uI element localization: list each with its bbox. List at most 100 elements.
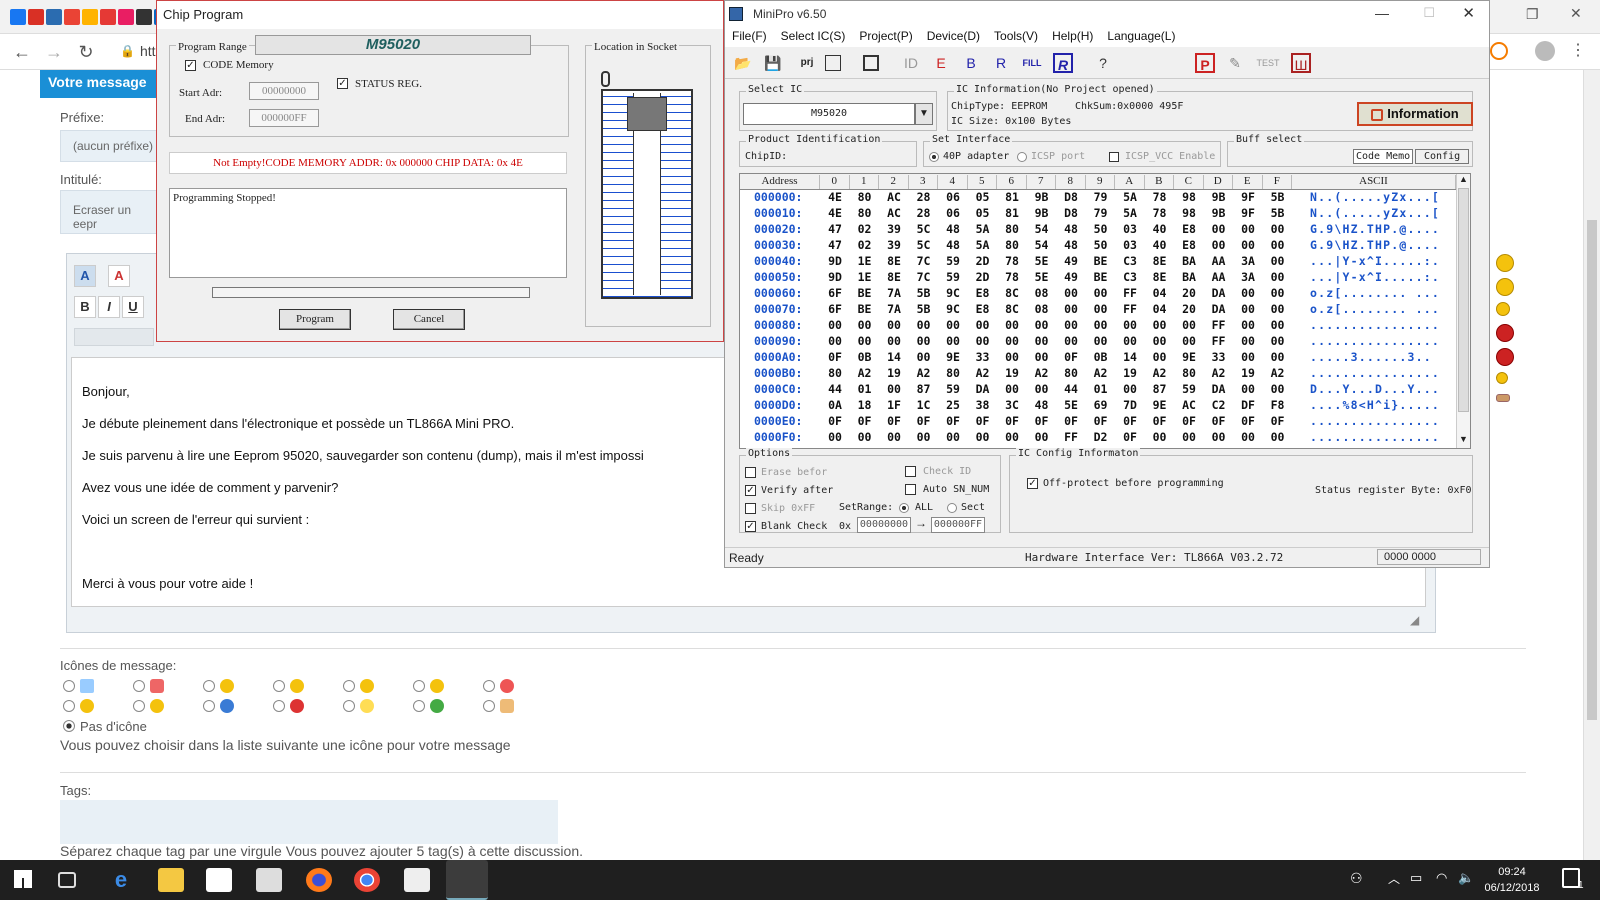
hex-byte[interactable]: 5B bbox=[911, 286, 937, 300]
hex-byte[interactable]: 69 bbox=[1088, 398, 1114, 412]
hex-byte[interactable]: 5A bbox=[1117, 190, 1143, 204]
hex-byte[interactable]: 3A bbox=[1235, 270, 1261, 284]
hex-byte[interactable]: 59 bbox=[940, 270, 966, 284]
hex-byte[interactable]: 0F bbox=[1147, 414, 1173, 428]
hex-byte[interactable]: 20 bbox=[1176, 302, 1202, 316]
grin-icon[interactable] bbox=[1496, 278, 1514, 296]
url-text[interactable]: htt bbox=[140, 43, 156, 59]
hex-byte[interactable]: 8C bbox=[999, 286, 1025, 300]
extension-icon[interactable] bbox=[1490, 42, 1508, 60]
hex-byte[interactable]: 7A bbox=[881, 286, 907, 300]
title-input[interactable]: Ecraser un eepr bbox=[60, 190, 170, 234]
range-all-radio[interactable] bbox=[899, 503, 909, 513]
bookmark-icon[interactable] bbox=[10, 9, 26, 25]
hex-byte[interactable]: 08 bbox=[1029, 302, 1055, 316]
hex-byte[interactable]: 5B bbox=[1265, 206, 1291, 220]
hex-byte[interactable]: 00 bbox=[1265, 254, 1291, 268]
hex-byte[interactable]: DA bbox=[1206, 382, 1232, 396]
hex-byte[interactable]: 19 bbox=[1117, 366, 1143, 380]
hex-byte[interactable]: 14 bbox=[881, 350, 907, 364]
code-memo-tab[interactable]: Code Memo bbox=[1353, 149, 1414, 164]
forward-icon[interactable]: → bbox=[42, 40, 66, 64]
hex-byte[interactable]: 0F bbox=[999, 414, 1025, 428]
hex-byte[interactable]: 04 bbox=[1147, 302, 1173, 316]
hex-byte[interactable]: 02 bbox=[852, 222, 878, 236]
minipro-taskbar-icon[interactable] bbox=[446, 860, 488, 900]
wink-icon[interactable] bbox=[1496, 302, 1510, 316]
hex-byte[interactable]: 0F bbox=[1029, 414, 1055, 428]
hex-byte[interactable]: BE bbox=[1088, 270, 1114, 284]
hex-byte[interactable]: 0F bbox=[1088, 414, 1114, 428]
hex-byte[interactable]: E8 bbox=[1176, 238, 1202, 252]
hex-byte[interactable]: 00 bbox=[852, 334, 878, 348]
hex-byte[interactable]: 00 bbox=[1147, 334, 1173, 348]
scroll-down-icon[interactable]: ▼ bbox=[1459, 434, 1468, 444]
erase-before-checkbox[interactable] bbox=[745, 467, 756, 478]
task-view-icon[interactable] bbox=[58, 872, 76, 888]
underline-button[interactable]: U bbox=[122, 296, 144, 318]
icon-radio[interactable] bbox=[343, 680, 355, 692]
hex-byte[interactable]: 00 bbox=[911, 318, 937, 332]
hex-byte[interactable]: 48 bbox=[940, 238, 966, 252]
hex-byte[interactable]: 9B bbox=[1206, 190, 1232, 204]
hex-byte[interactable]: 50 bbox=[1088, 222, 1114, 236]
hex-byte[interactable]: 20 bbox=[1176, 286, 1202, 300]
hex-byte[interactable]: A2 bbox=[1029, 366, 1055, 380]
hex-byte[interactable]: 00 bbox=[1058, 318, 1084, 332]
hex-byte[interactable]: AC bbox=[881, 190, 907, 204]
hex-byte[interactable]: 0F bbox=[970, 414, 996, 428]
hex-byte[interactable]: 00 bbox=[1235, 350, 1261, 364]
chevron-up-icon[interactable]: ︿ bbox=[1388, 870, 1400, 887]
hex-byte[interactable]: 80 bbox=[852, 190, 878, 204]
hex-byte[interactable]: 00 bbox=[1176, 318, 1202, 332]
menu-help[interactable]: Help(H) bbox=[1045, 27, 1100, 45]
hex-byte[interactable]: 79 bbox=[1088, 206, 1114, 220]
hex-byte[interactable]: 5A bbox=[970, 238, 996, 252]
hex-byte[interactable]: 78 bbox=[1147, 206, 1173, 220]
hex-byte[interactable]: 00 bbox=[999, 334, 1025, 348]
hex-byte[interactable]: 80 bbox=[822, 366, 848, 380]
bookmark-icon[interactable] bbox=[136, 9, 152, 25]
hex-byte[interactable]: 00 bbox=[852, 430, 878, 444]
program-r-icon[interactable]: R bbox=[1053, 53, 1073, 73]
hex-byte[interactable]: 00 bbox=[1265, 222, 1291, 236]
hex-byte[interactable]: 0F bbox=[1117, 414, 1143, 428]
hex-byte[interactable]: 0F bbox=[1206, 414, 1232, 428]
hex-byte[interactable]: BA bbox=[1176, 254, 1202, 268]
hex-byte[interactable]: 00 bbox=[911, 334, 937, 348]
hex-byte[interactable]: 00 bbox=[1265, 430, 1291, 444]
hex-byte[interactable]: A2 bbox=[1088, 366, 1114, 380]
hex-byte[interactable]: 00 bbox=[970, 430, 996, 444]
hex-byte[interactable]: 00 bbox=[940, 318, 966, 332]
hex-byte[interactable]: AC bbox=[1176, 398, 1202, 412]
hex-byte[interactable]: AA bbox=[1206, 270, 1232, 284]
right-scrollbar[interactable] bbox=[1583, 70, 1600, 860]
hex-byte[interactable]: 8E bbox=[881, 254, 907, 268]
hex-byte[interactable]: 28 bbox=[911, 190, 937, 204]
hex-byte[interactable]: 1E bbox=[852, 270, 878, 284]
hex-byte[interactable]: 00 bbox=[1235, 334, 1261, 348]
hex-byte[interactable]: 00 bbox=[1176, 430, 1202, 444]
menu-language[interactable]: Language(L) bbox=[1100, 27, 1182, 45]
hex-byte[interactable]: FF bbox=[1058, 430, 1084, 444]
hex-byte[interactable]: 59 bbox=[940, 254, 966, 268]
hex-byte[interactable]: E8 bbox=[970, 302, 996, 316]
hex-byte[interactable]: 00 bbox=[1265, 270, 1291, 284]
hex-byte[interactable]: 80 bbox=[999, 222, 1025, 236]
restore-icon[interactable]: ❐ bbox=[1526, 6, 1539, 23]
menu-tools[interactable]: Tools(V) bbox=[987, 27, 1045, 45]
hex-byte[interactable]: 5C bbox=[911, 238, 937, 252]
hex-byte[interactable]: 03 bbox=[1117, 238, 1143, 252]
icon-radio[interactable] bbox=[133, 680, 145, 692]
hex-byte[interactable]: 00 bbox=[1265, 286, 1291, 300]
hex-byte[interactable]: DF bbox=[1235, 398, 1261, 412]
hex-byte[interactable]: 06 bbox=[940, 190, 966, 204]
hex-byte[interactable]: 00 bbox=[1029, 430, 1055, 444]
hex-byte[interactable]: 18 bbox=[852, 398, 878, 412]
menu-icon[interactable]: ⋮ bbox=[1570, 40, 1586, 60]
hex-byte[interactable]: 7C bbox=[911, 270, 937, 284]
hex-byte[interactable]: 78 bbox=[999, 270, 1025, 284]
icon-radio[interactable] bbox=[63, 680, 75, 692]
hex-byte[interactable]: 44 bbox=[822, 382, 848, 396]
icon-radio[interactable] bbox=[63, 700, 75, 712]
